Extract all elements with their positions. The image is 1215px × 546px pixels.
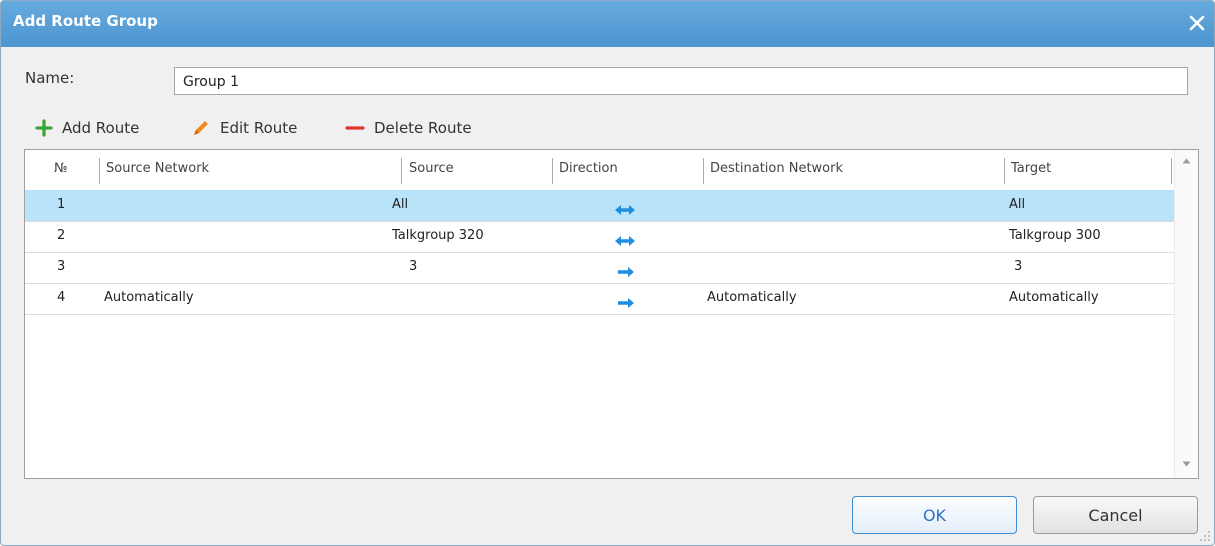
cell-target: Talkgroup 300 [1009, 228, 1101, 243]
add-route-button[interactable]: Add Route [35, 115, 139, 141]
table-row[interactable]: 2 Talkgroup 320 Talkgroup 300 [25, 221, 1175, 253]
scroll-up-icon[interactable] [1182, 158, 1191, 164]
cell-num: 2 [57, 228, 66, 243]
scroll-down-icon[interactable] [1182, 461, 1191, 467]
table-header: № Source Network Source Direction Destin… [25, 150, 1175, 191]
ok-button[interactable]: OK [852, 496, 1017, 534]
name-input[interactable] [174, 67, 1188, 95]
cell-source-network: Automatically [104, 290, 194, 305]
dialog-title: Add Route Group [13, 12, 158, 30]
direction-icon [615, 293, 635, 312]
column-header-direction[interactable]: Direction [559, 161, 618, 176]
cell-target: All [1009, 197, 1026, 212]
cell-num: 4 [57, 290, 66, 305]
column-separator[interactable] [99, 158, 100, 184]
cell-source: All [392, 197, 409, 212]
edit-route-label: Edit Route [220, 119, 298, 137]
direction-icon [615, 200, 635, 219]
title-bar[interactable]: Add Route Group [1, 1, 1214, 47]
cell-destination-network: Automatically [707, 290, 797, 305]
table-row[interactable]: 4 Automatically Automatically Automatica… [25, 283, 1175, 315]
plus-icon [35, 119, 53, 137]
column-header-destination-network[interactable]: Destination Network [710, 161, 843, 176]
minus-icon [345, 126, 365, 130]
delete-route-label: Delete Route [374, 119, 472, 137]
vertical-scrollbar[interactable] [1174, 150, 1198, 478]
resize-grip-icon[interactable] [1199, 530, 1211, 542]
cell-target: Automatically [1009, 290, 1099, 305]
table-row[interactable]: 3 3 3 [25, 252, 1175, 284]
column-separator[interactable] [703, 158, 704, 184]
add-route-group-dialog: Add Route Group Name: Add Route Edit Rou… [0, 0, 1215, 546]
column-separator[interactable] [1004, 158, 1005, 184]
direction-icon [615, 262, 635, 281]
column-separator[interactable] [401, 158, 402, 184]
cancel-button[interactable]: Cancel [1033, 496, 1198, 534]
cell-num: 3 [57, 259, 66, 274]
column-header-source-network[interactable]: Source Network [106, 161, 209, 176]
cell-num: 1 [57, 197, 66, 212]
direction-icon [615, 231, 635, 250]
column-header-num[interactable]: № [54, 161, 68, 176]
add-route-label: Add Route [62, 119, 140, 137]
column-separator[interactable] [1171, 158, 1172, 184]
routes-table: № Source Network Source Direction Destin… [24, 149, 1199, 479]
column-header-target[interactable]: Target [1011, 161, 1051, 176]
edit-route-button[interactable]: Edit Route [191, 115, 297, 141]
name-label: Name: [25, 69, 75, 87]
close-icon[interactable] [1183, 9, 1211, 37]
column-separator[interactable] [552, 158, 553, 184]
cell-source: Talkgroup 320 [392, 228, 484, 243]
pencil-icon [194, 121, 208, 135]
column-header-source[interactable]: Source [409, 161, 454, 176]
delete-route-button[interactable]: Delete Route [345, 115, 472, 141]
table-row[interactable]: 1 All All [25, 190, 1175, 222]
cell-source: 3 [409, 259, 418, 274]
cell-target: 3 [1014, 259, 1023, 274]
